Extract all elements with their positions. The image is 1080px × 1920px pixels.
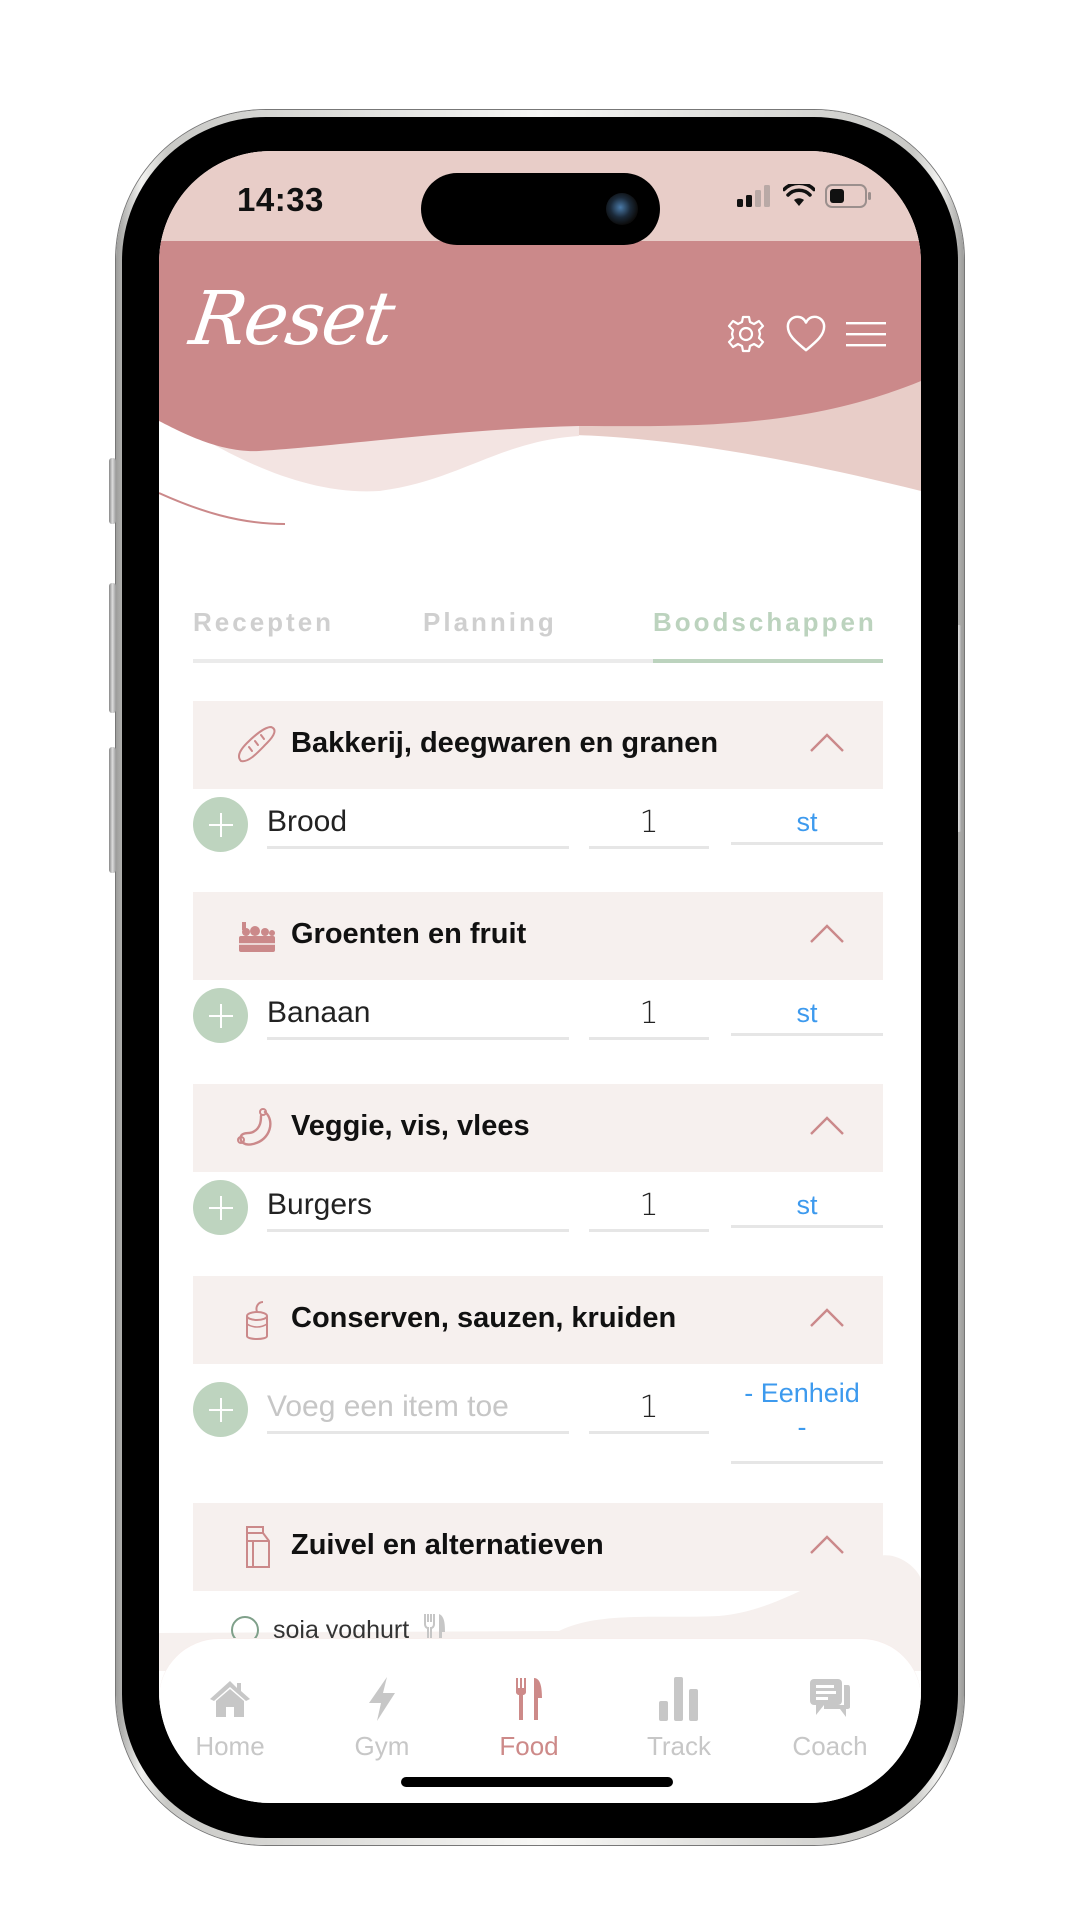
- plus-icon: [208, 1003, 233, 1028]
- screen: 14:33 Reset Recepten Planning Boodschapp…: [159, 151, 921, 1803]
- add-item-button[interactable]: [193, 1382, 248, 1437]
- list-item: Burgers 1 st: [193, 1172, 883, 1246]
- chevron-up-icon[interactable]: [809, 1114, 845, 1136]
- section-header[interactable]: Veggie, vis, vlees: [193, 1084, 883, 1172]
- add-item-button[interactable]: [193, 1180, 248, 1235]
- nav-home[interactable]: Home: [175, 1673, 285, 1762]
- nav-gym[interactable]: Gym: [327, 1673, 437, 1762]
- heart-icon: [786, 315, 826, 352]
- gear-icon: [727, 315, 765, 353]
- menu-button[interactable]: [845, 313, 887, 355]
- new-item-name-input[interactable]: Voeg een item toe: [267, 1384, 569, 1434]
- chevron-up-icon[interactable]: [809, 1533, 845, 1555]
- chat-icon: [810, 1679, 850, 1717]
- app-logo: Reset: [184, 276, 399, 362]
- app-header: Reset: [159, 241, 921, 511]
- item-unit-select[interactable]: st: [731, 1182, 883, 1228]
- volume-up-button: [109, 583, 116, 713]
- sausage-icon: [237, 1108, 272, 1146]
- list-item: Banaan 1 st: [193, 980, 883, 1054]
- dynamic-island: [421, 173, 660, 245]
- front-camera: [606, 193, 638, 225]
- section-title: Zuivel en alternatieven: [291, 1529, 604, 1561]
- home-indicator[interactable]: [401, 1777, 673, 1787]
- nav-label: Food: [499, 1731, 559, 1761]
- section-header[interactable]: Conserven, sauzen, kruiden: [193, 1276, 883, 1364]
- section-title: Bakkerij, deegwaren en granen: [291, 727, 719, 759]
- item-quantity-field[interactable]: 1: [589, 990, 709, 1040]
- nav-track[interactable]: Track: [624, 1673, 734, 1762]
- chevron-up-icon[interactable]: [809, 731, 845, 753]
- item-unit-select[interactable]: st: [731, 799, 883, 845]
- item-unit-select[interactable]: st: [731, 990, 883, 1036]
- settings-button[interactable]: [725, 313, 767, 355]
- new-item-unit-select[interactable]: - Eenheid -: [731, 1374, 883, 1464]
- plus-icon: [208, 812, 233, 837]
- section-bakkerij: Bakkerij, deegwaren en granen Brood 1 st: [193, 701, 883, 863]
- add-item-button[interactable]: [193, 988, 248, 1043]
- hamburger-menu-icon: [846, 322, 886, 347]
- item-quantity-field[interactable]: 1: [589, 799, 709, 849]
- nav-label: Home: [195, 1731, 265, 1761]
- nav-label: Track: [646, 1731, 712, 1761]
- status-time: 14:33: [237, 181, 324, 218]
- active-tab-indicator: [653, 659, 883, 663]
- add-item-button[interactable]: [193, 797, 248, 852]
- section-header[interactable]: Groenten en fruit: [193, 892, 883, 980]
- section-header[interactable]: Bakkerij, deegwaren en granen: [193, 701, 883, 789]
- vegetable-crate-icon: [239, 922, 275, 952]
- favorites-button[interactable]: [785, 313, 827, 355]
- bar-chart-icon: [659, 1677, 698, 1721]
- chevron-up-icon[interactable]: [809, 1306, 845, 1328]
- volume-down-button: [109, 747, 116, 873]
- section-zuivel: Zuivel en alternatieven: [193, 1503, 883, 1591]
- chevron-up-icon[interactable]: [809, 922, 845, 944]
- battery-icon: [825, 184, 871, 208]
- plus-icon: [208, 1397, 233, 1422]
- section-veggie: Veggie, vis, vlees Burgers 1 st: [193, 1084, 883, 1246]
- section-conserven: Conserven, sauzen, kruiden Voeg een item…: [193, 1276, 883, 1474]
- lightning-icon: [369, 1677, 395, 1721]
- home-icon: [210, 1681, 250, 1717]
- tab-recepten[interactable]: Recepten: [193, 607, 334, 638]
- wifi-icon: [783, 184, 815, 206]
- item-quantity-field[interactable]: 1: [589, 1182, 709, 1232]
- new-item-row: Voeg een item toe 1 - Eenheid -: [193, 1364, 883, 1474]
- item-name-field[interactable]: Burgers: [267, 1182, 569, 1232]
- tab-planning[interactable]: Planning: [423, 607, 557, 638]
- fork-knife-icon: [516, 1678, 542, 1720]
- nav-label: Gym: [354, 1731, 410, 1761]
- list-item: Brood 1 st: [193, 789, 883, 863]
- tab-boodschappen[interactable]: Boodschappen: [653, 607, 877, 638]
- item-name-field[interactable]: Brood: [267, 799, 569, 849]
- action-button: [109, 458, 116, 524]
- item-name-field[interactable]: Banaan: [267, 990, 569, 1040]
- nav-food[interactable]: Food: [474, 1673, 584, 1762]
- plus-icon: [208, 1195, 233, 1220]
- cellular-signal-icon: [737, 185, 770, 207]
- section-groenten: Groenten en fruit Banaan 1 st: [193, 892, 883, 1054]
- nav-coach[interactable]: Coach: [775, 1673, 885, 1762]
- new-item-quantity-field[interactable]: 1: [589, 1384, 709, 1434]
- section-title: Veggie, vis, vlees: [291, 1110, 530, 1142]
- milk-carton-icon: [246, 1526, 270, 1568]
- food-tabs: Recepten Planning Boodschappen: [193, 607, 883, 663]
- tin-can-icon: [246, 1301, 268, 1340]
- bread-icon: [238, 725, 276, 763]
- section-header[interactable]: Zuivel en alternatieven: [193, 1503, 883, 1591]
- nav-label: Coach: [792, 1731, 868, 1761]
- section-title: Groenten en fruit: [291, 918, 527, 950]
- section-title: Conserven, sauzen, kruiden: [291, 1302, 677, 1334]
